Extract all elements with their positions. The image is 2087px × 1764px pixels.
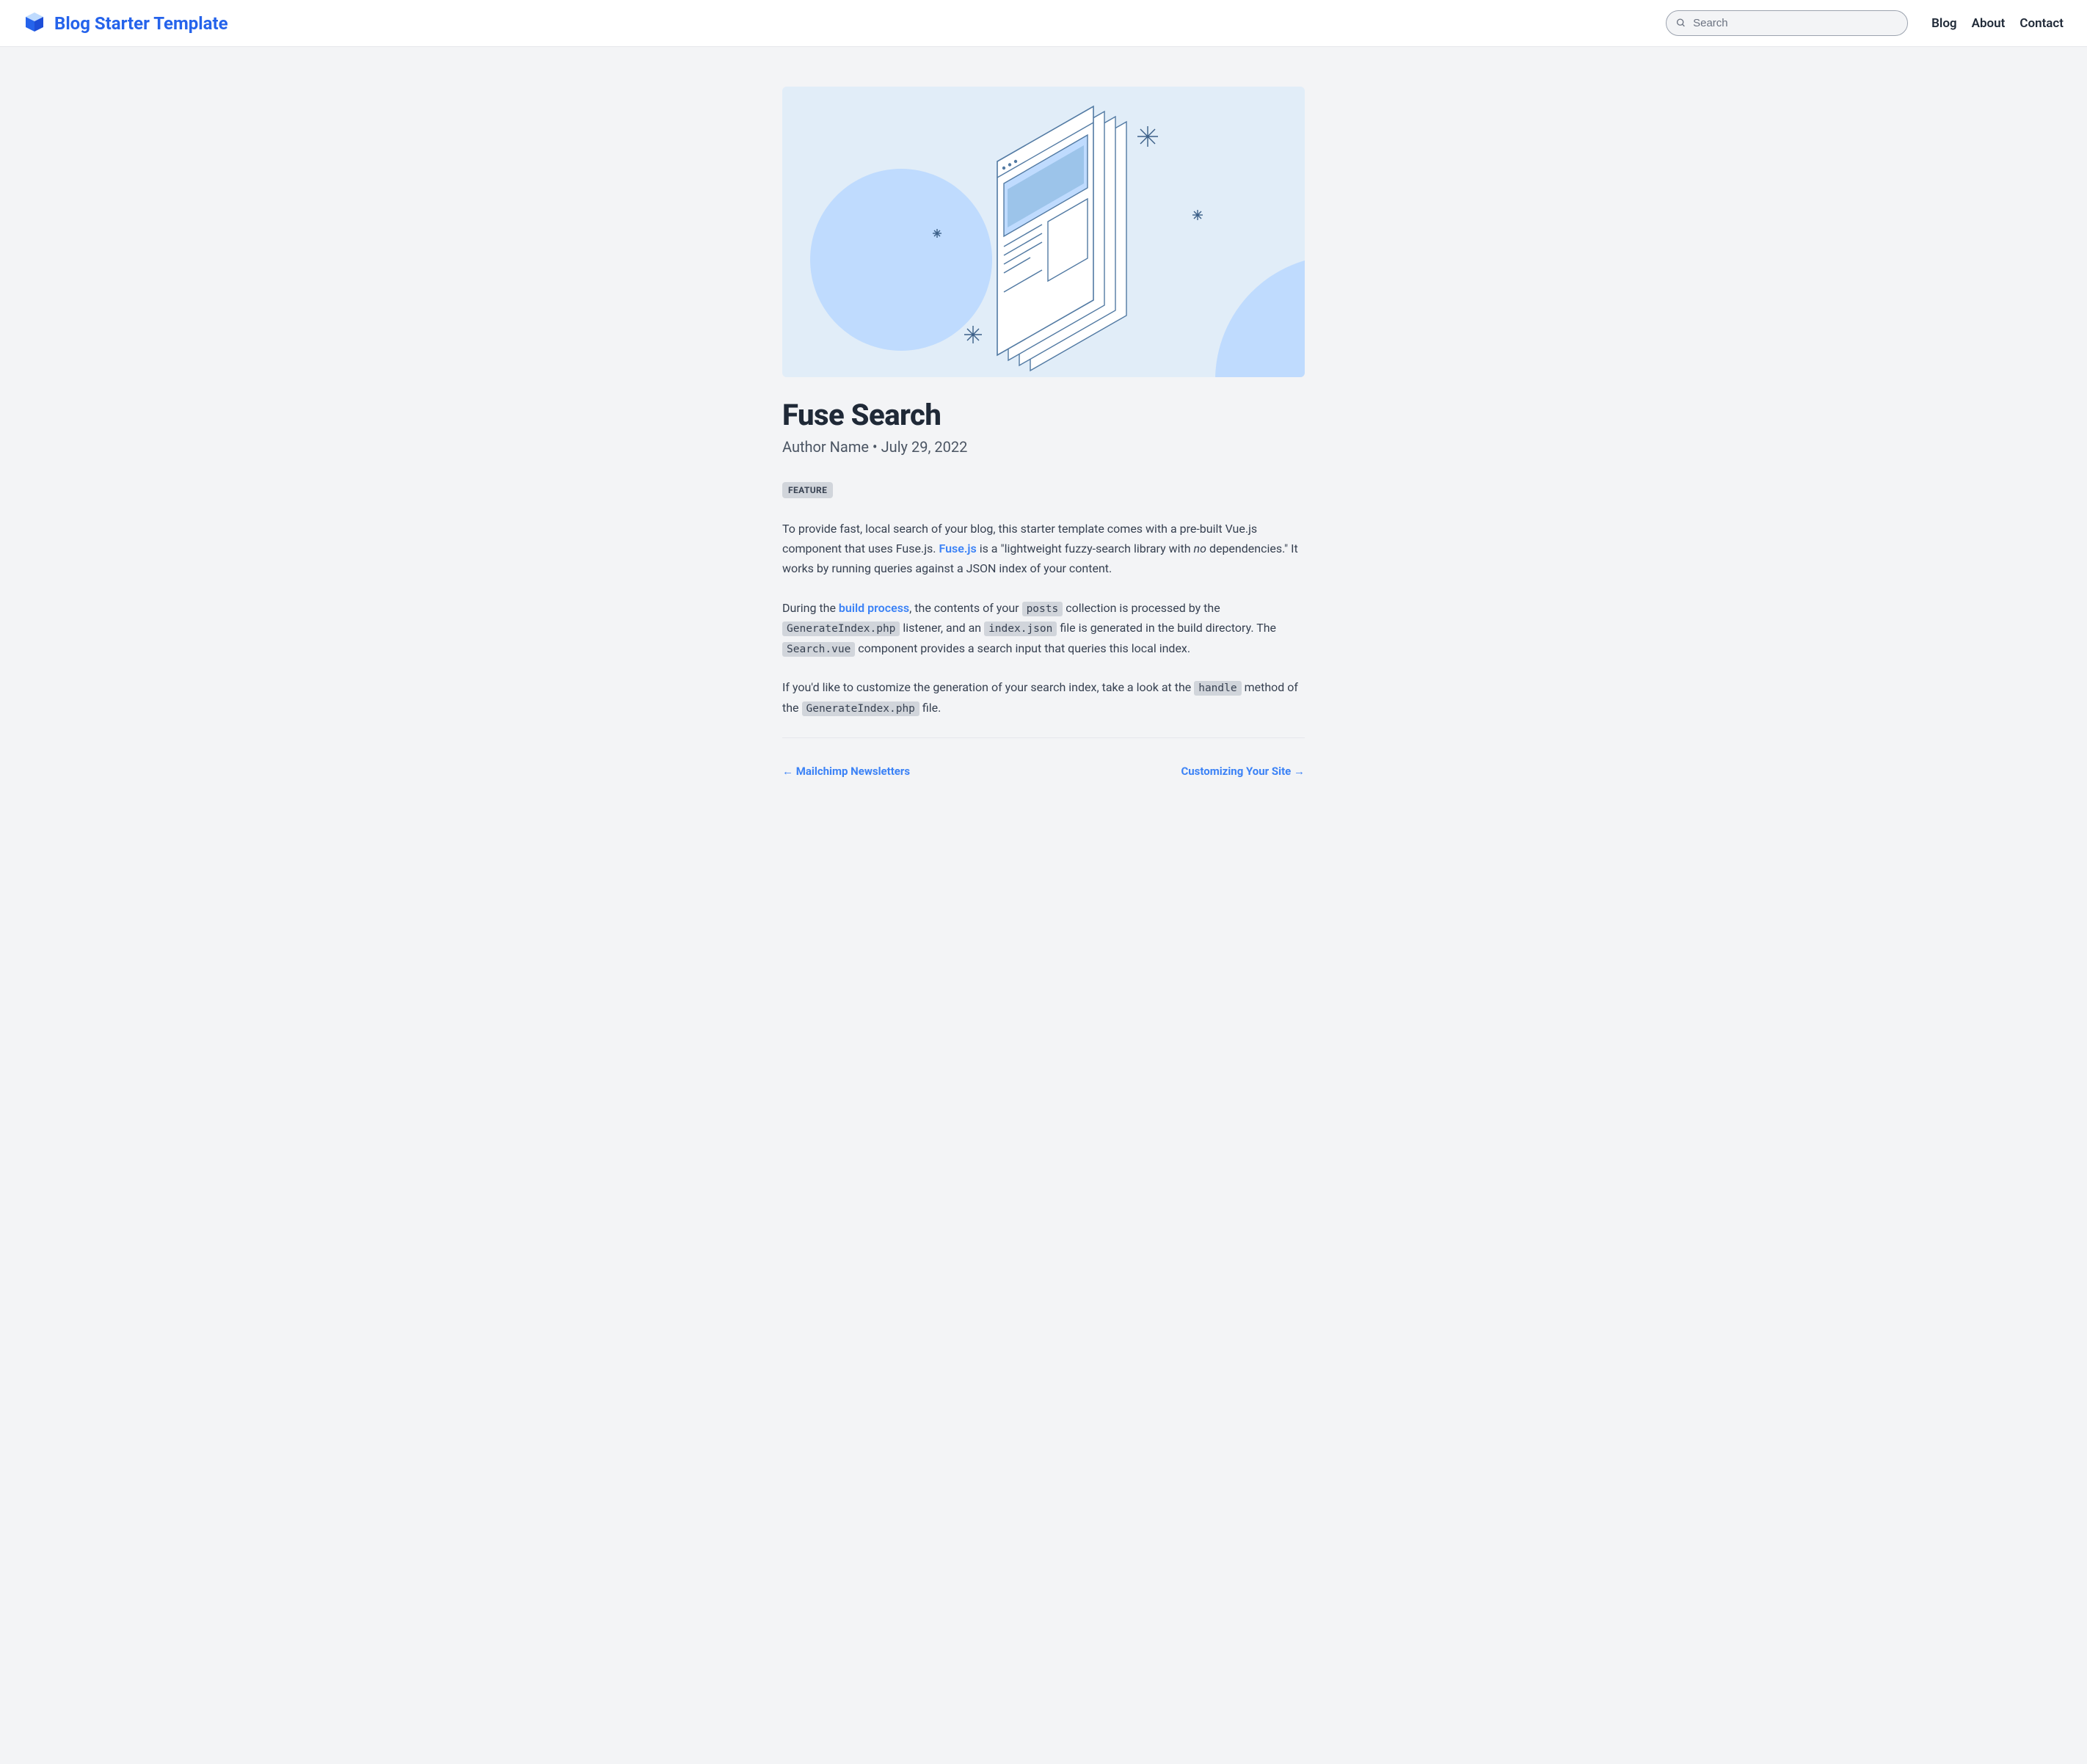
link-build-process[interactable]: build process (839, 601, 909, 615)
post-body: To provide fast, local search of your bl… (782, 519, 1305, 718)
nav-link-about[interactable]: About (1972, 16, 2006, 31)
search-wrap (1666, 10, 1908, 36)
code-generate-index-php-2: GenerateIndex.php (802, 701, 919, 716)
brand-link[interactable]: Blog Starter Template (23, 11, 228, 36)
paragraph-2: During the build process, the contents o… (782, 598, 1305, 659)
code-handle: handle (1194, 681, 1241, 696)
link-fuse-js[interactable]: Fuse.js (939, 542, 976, 555)
search-input[interactable] (1666, 10, 1908, 36)
code-generate-index-php: GenerateIndex.php (782, 622, 900, 636)
top-nav: Blog About Contact (1931, 16, 2064, 31)
nav-link-contact[interactable]: Contact (2019, 16, 2064, 31)
code-index-json: index.json (984, 622, 1057, 636)
brand-title: Blog Starter Template (54, 13, 228, 34)
code-posts: posts (1022, 602, 1063, 616)
header: Blog Starter Template Blog About Contact (0, 0, 2087, 47)
post-meta: Author Name • July 29, 2022 (782, 438, 1305, 456)
post-title: Fuse Search (782, 398, 1305, 432)
next-post-link[interactable]: Customizing Your Site → (1181, 765, 1305, 778)
main-content: Fuse Search Author Name • July 29, 2022 … (782, 47, 1305, 822)
hero-illustration (782, 87, 1305, 377)
cube-logo-icon (23, 11, 45, 36)
separator (782, 737, 1305, 738)
paragraph-3: If you'd like to customize the generatio… (782, 677, 1305, 718)
post-nav: ← Mailchimp Newsletters Customizing Your… (782, 765, 1305, 778)
code-search-vue: Search.vue (782, 642, 855, 657)
nav-link-blog[interactable]: Blog (1931, 16, 1957, 31)
paragraph-1: To provide fast, local search of your bl… (782, 519, 1305, 579)
prev-post-link[interactable]: ← Mailchimp Newsletters (782, 765, 910, 778)
tag-feature[interactable]: FEATURE (782, 482, 833, 498)
